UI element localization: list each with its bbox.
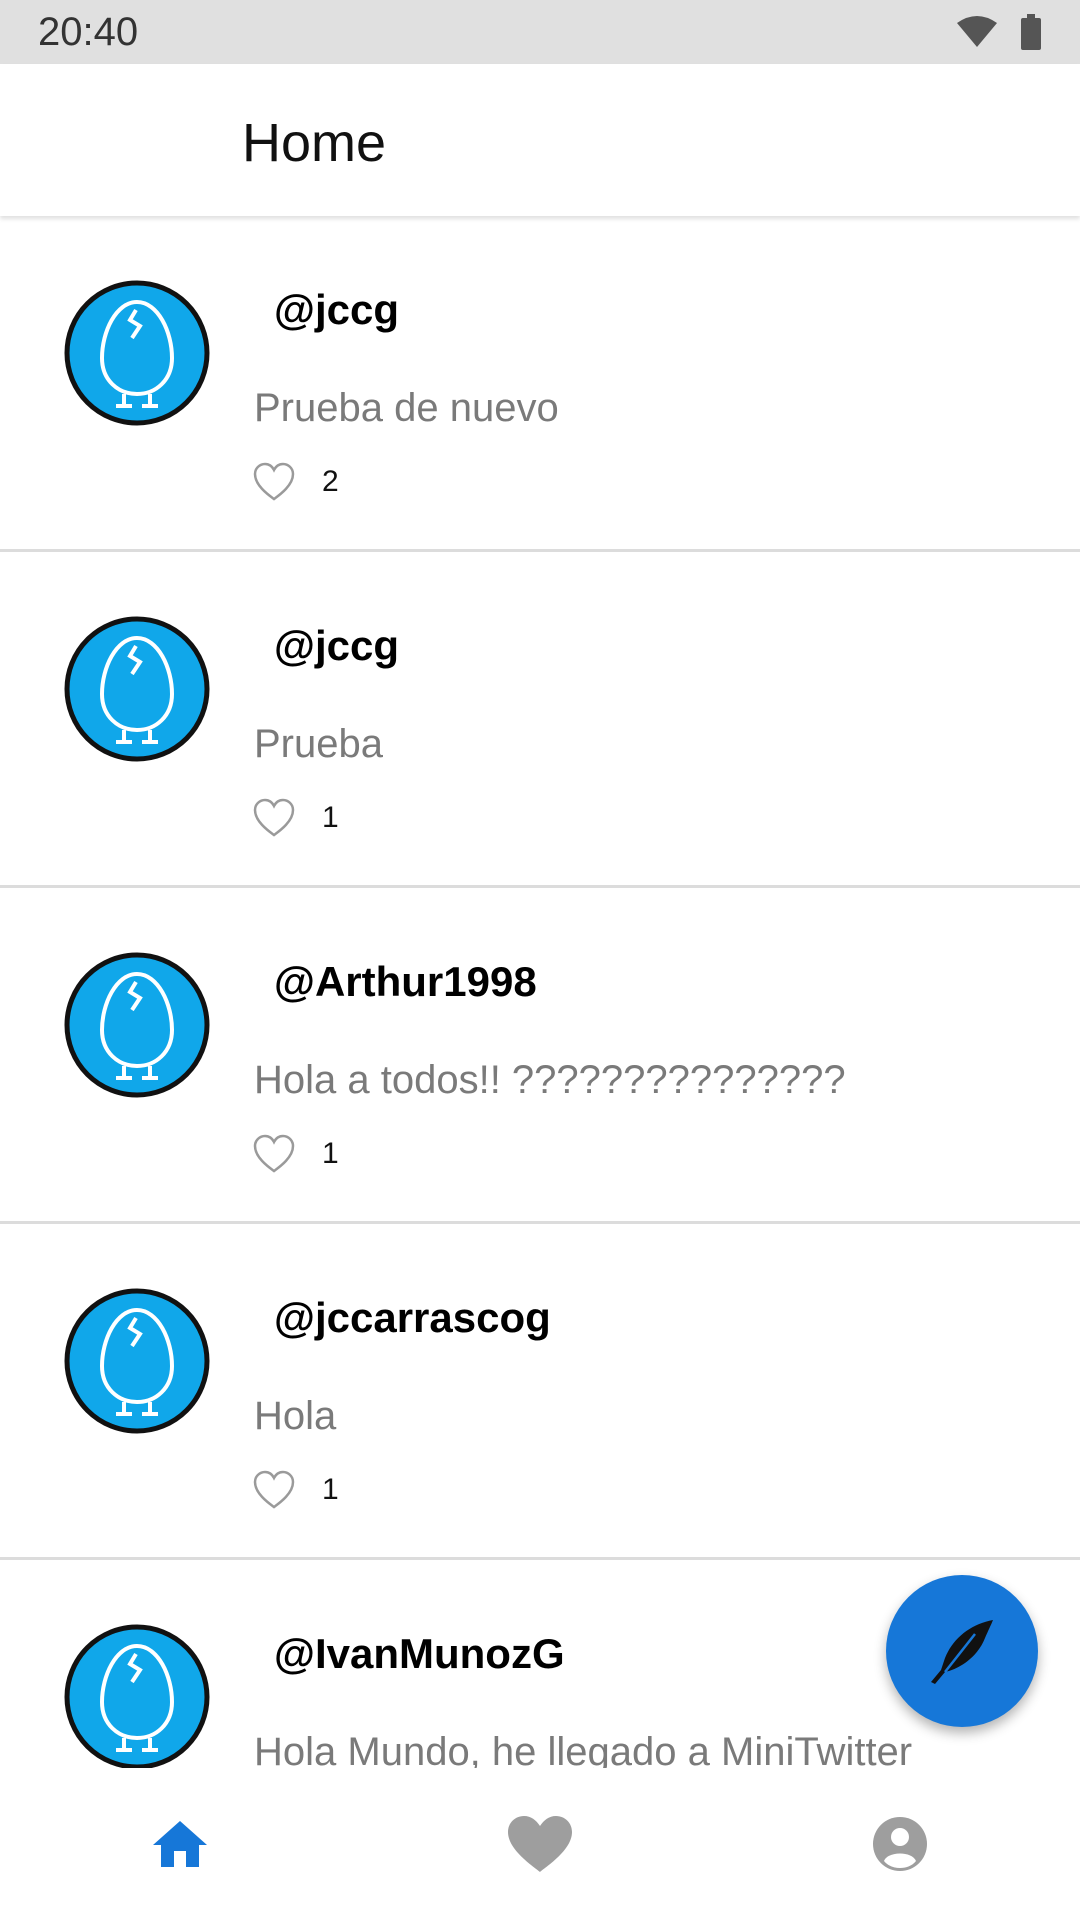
- tweet-item[interactable]: @Arthur1998 Hola a todos!! ?????????????…: [0, 888, 1080, 1224]
- nav-profile[interactable]: [810, 1768, 990, 1920]
- heart-outline-icon[interactable]: [252, 462, 296, 502]
- tweet-item[interactable]: @jccarrascog Hola 1: [0, 1224, 1080, 1560]
- tweet-text: Hola: [254, 1394, 337, 1438]
- nav-favorites[interactable]: [450, 1768, 630, 1920]
- feather-icon: [931, 1620, 993, 1684]
- wifi-icon: [957, 16, 997, 47]
- heart-icon: [508, 1816, 572, 1872]
- egg-avatar-icon[interactable]: [64, 280, 210, 426]
- nav-home[interactable]: [90, 1768, 270, 1920]
- like-group: 1: [252, 1134, 339, 1174]
- status-bar: 20:40: [0, 0, 1080, 64]
- egg-avatar-icon[interactable]: [64, 616, 210, 762]
- tweet-text: Hola a todos!! ???????????????: [254, 1058, 846, 1102]
- app-bar: Home: [0, 64, 1080, 216]
- tweet-feed[interactable]: @jccg Prueba de nuevo 2 @jccg Prueba 1 @…: [0, 216, 1080, 1768]
- page-title: Home: [242, 113, 387, 173]
- compose-tweet-button[interactable]: [886, 1575, 1038, 1727]
- heart-outline-icon[interactable]: [252, 1134, 296, 1174]
- tweet-username[interactable]: @jccarrascog: [274, 1294, 551, 1342]
- home-icon: [153, 1821, 207, 1867]
- battery-icon: [1021, 14, 1041, 50]
- tweet-item[interactable]: @jccg Prueba de nuevo 2: [0, 216, 1080, 552]
- tweet-username[interactable]: @Arthur1998: [274, 958, 537, 1006]
- tweet-username[interactable]: @jccg: [274, 622, 399, 670]
- like-count: 2: [322, 465, 339, 498]
- bottom-navigation: [0, 1768, 1080, 1920]
- like-group: 2: [252, 462, 339, 502]
- heart-outline-icon[interactable]: [252, 798, 296, 838]
- tweet-text: Hola Mundo, he llegado a MiniTwitter: [254, 1730, 913, 1768]
- status-icons: [956, 14, 1042, 50]
- like-count: 1: [322, 801, 339, 834]
- egg-avatar-icon[interactable]: [64, 1288, 210, 1434]
- egg-avatar-icon[interactable]: [64, 952, 210, 1098]
- egg-avatar-icon[interactable]: [64, 1624, 210, 1768]
- like-group: 1: [252, 1470, 339, 1510]
- status-time: 20:40: [38, 9, 139, 54]
- tweet-text: Prueba: [254, 722, 383, 766]
- account-icon: [873, 1817, 927, 1871]
- like-count: 1: [322, 1473, 339, 1506]
- tweet-text: Prueba de nuevo: [254, 386, 559, 430]
- tweet-username[interactable]: @jccg: [274, 286, 399, 334]
- tweet-item[interactable]: @jccg Prueba 1: [0, 552, 1080, 888]
- like-count: 1: [322, 1137, 339, 1170]
- like-group: 1: [252, 798, 339, 838]
- heart-outline-icon[interactable]: [252, 1470, 296, 1510]
- tweet-username[interactable]: @IvanMunozG: [274, 1630, 565, 1678]
